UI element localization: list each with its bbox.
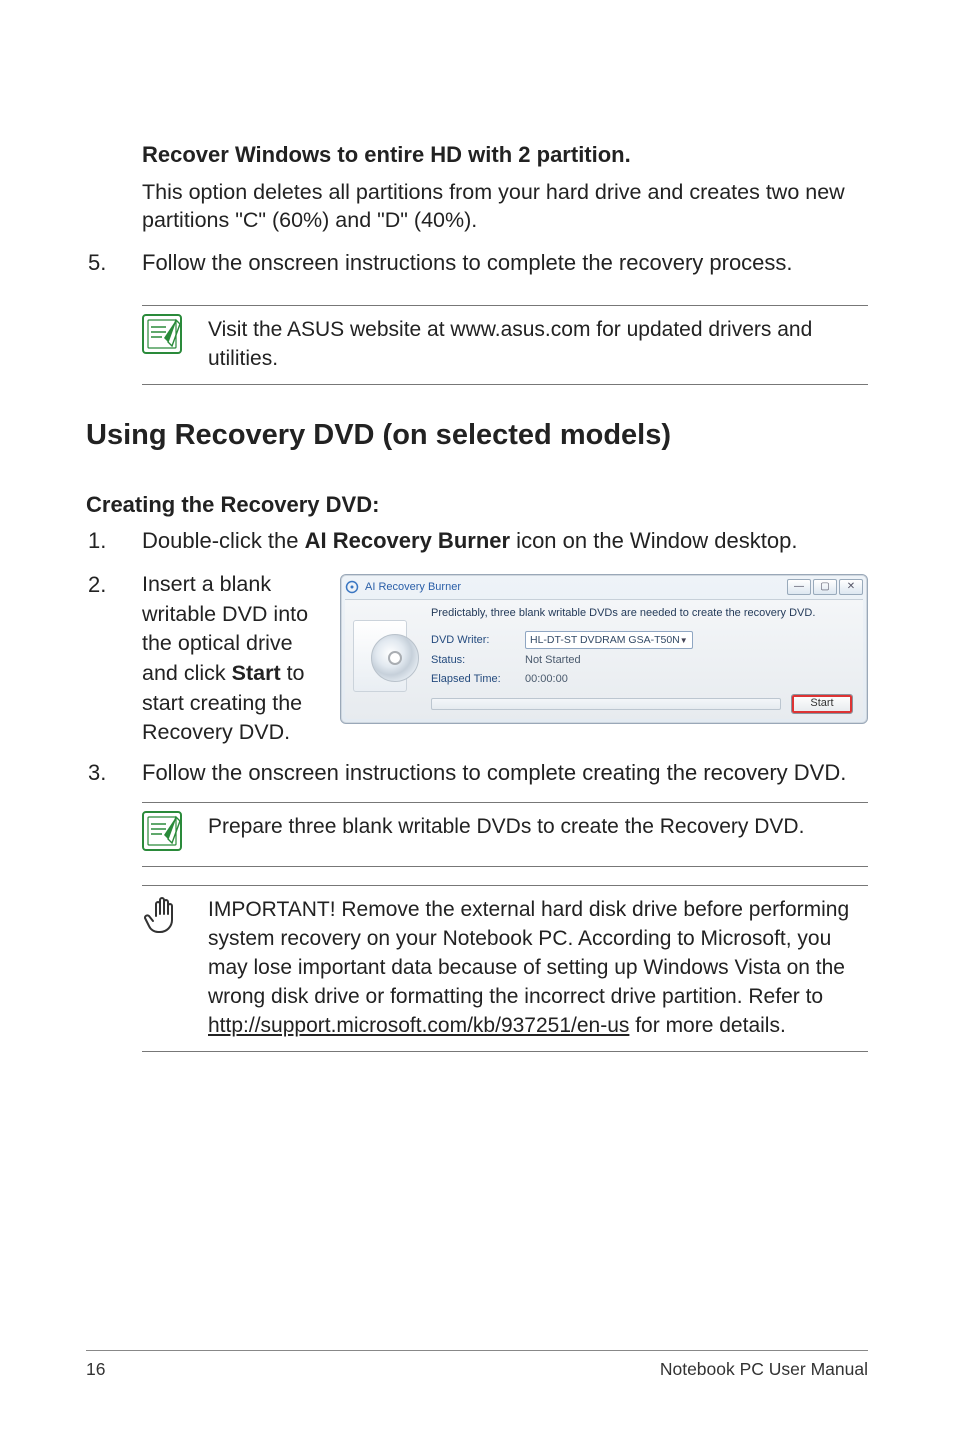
- close-button[interactable]: ✕: [839, 579, 863, 595]
- step-text: Double-click the AI Recovery Burner icon…: [142, 526, 868, 556]
- option-body: This option deletes all partitions from …: [142, 178, 868, 235]
- option-title: Recover Windows to entire HD with 2 part…: [142, 140, 868, 170]
- window-titlebar: AI Recovery Burner — ▢ ✕: [341, 575, 867, 599]
- text-bold-fragment: Start: [232, 661, 281, 685]
- note-text: Visit the ASUS website at www.asus.com f…: [208, 314, 868, 374]
- page-footer: 16 Notebook PC User Manual: [86, 1350, 868, 1380]
- window-message: Predictably, three blank writable DVDs a…: [431, 606, 853, 621]
- value-elapsed-time: 00:00:00: [525, 672, 853, 687]
- important-icon: [142, 894, 190, 943]
- step-number: 5.: [86, 248, 142, 278]
- link-microsoft-kb[interactable]: http://support.microsoft.com/kb/937251/e…: [208, 1014, 629, 1037]
- step-1: 1. Double-click the AI Recovery Burner i…: [86, 526, 868, 556]
- step-text: Insert a blank writable DVD into the opt…: [142, 570, 320, 748]
- section-heading-recovery-dvd: Using Recovery DVD (on selected models): [86, 419, 868, 452]
- page-number: 16: [86, 1359, 105, 1380]
- maximize-button[interactable]: ▢: [813, 579, 837, 595]
- value-status: Not Started: [525, 653, 853, 668]
- text-fragment: Double-click the: [142, 528, 305, 553]
- subheading-creating-dvd: Creating the Recovery DVD:: [86, 492, 868, 518]
- chevron-down-icon: ▼: [680, 635, 688, 646]
- text-fragment: for more details.: [629, 1014, 785, 1037]
- note-prepare-dvds: Prepare three blank writable DVDs to cre…: [142, 802, 868, 867]
- step-text: Follow the onscreen instructions to comp…: [142, 248, 868, 278]
- app-icon: [345, 580, 359, 594]
- select-value: HL-DT-ST DVDRAM GSA-T50N: [530, 633, 680, 647]
- disc-graphic: [353, 620, 421, 692]
- label-elapsed-time: Elapsed Time:: [431, 672, 515, 687]
- step-5: 5. Follow the onscreen instructions to c…: [86, 248, 868, 278]
- step-3: 3. Follow the onscreen instructions to c…: [86, 758, 868, 788]
- label-dvd-writer: DVD Writer:: [431, 633, 515, 648]
- start-button[interactable]: Start: [791, 694, 853, 714]
- text-fragment: IMPORTANT! Remove the external hard disk…: [208, 898, 849, 1008]
- minimize-button[interactable]: —: [787, 579, 811, 595]
- important-text: IMPORTANT! Remove the external hard disk…: [208, 894, 868, 1041]
- step-number: 2.: [86, 570, 142, 748]
- step-2: 2. Insert a blank writable DVD into the …: [86, 570, 868, 748]
- progress-bar: [431, 698, 781, 710]
- step-number: 1.: [86, 526, 142, 556]
- text-fragment: icon on the Window desktop.: [510, 528, 797, 553]
- note-visit-asus: Visit the ASUS website at www.asus.com f…: [142, 305, 868, 385]
- step-text: Follow the onscreen instructions to comp…: [142, 758, 868, 788]
- step-number: 3.: [86, 758, 142, 788]
- note-icon: [142, 314, 190, 359]
- label-status: Status:: [431, 653, 515, 668]
- window-title: AI Recovery Burner: [365, 580, 461, 595]
- ai-recovery-burner-window: AI Recovery Burner — ▢ ✕ Predictably, th…: [340, 574, 868, 724]
- note-icon: [142, 811, 190, 856]
- important-notice: IMPORTANT! Remove the external hard disk…: [142, 885, 868, 1052]
- dvd-writer-select[interactable]: HL-DT-ST DVDRAM GSA-T50N ▼: [525, 631, 693, 649]
- note-text: Prepare three blank writable DVDs to cre…: [208, 811, 804, 842]
- text-bold-fragment: AI Recovery Burner: [305, 528, 510, 553]
- manual-title: Notebook PC User Manual: [660, 1359, 868, 1380]
